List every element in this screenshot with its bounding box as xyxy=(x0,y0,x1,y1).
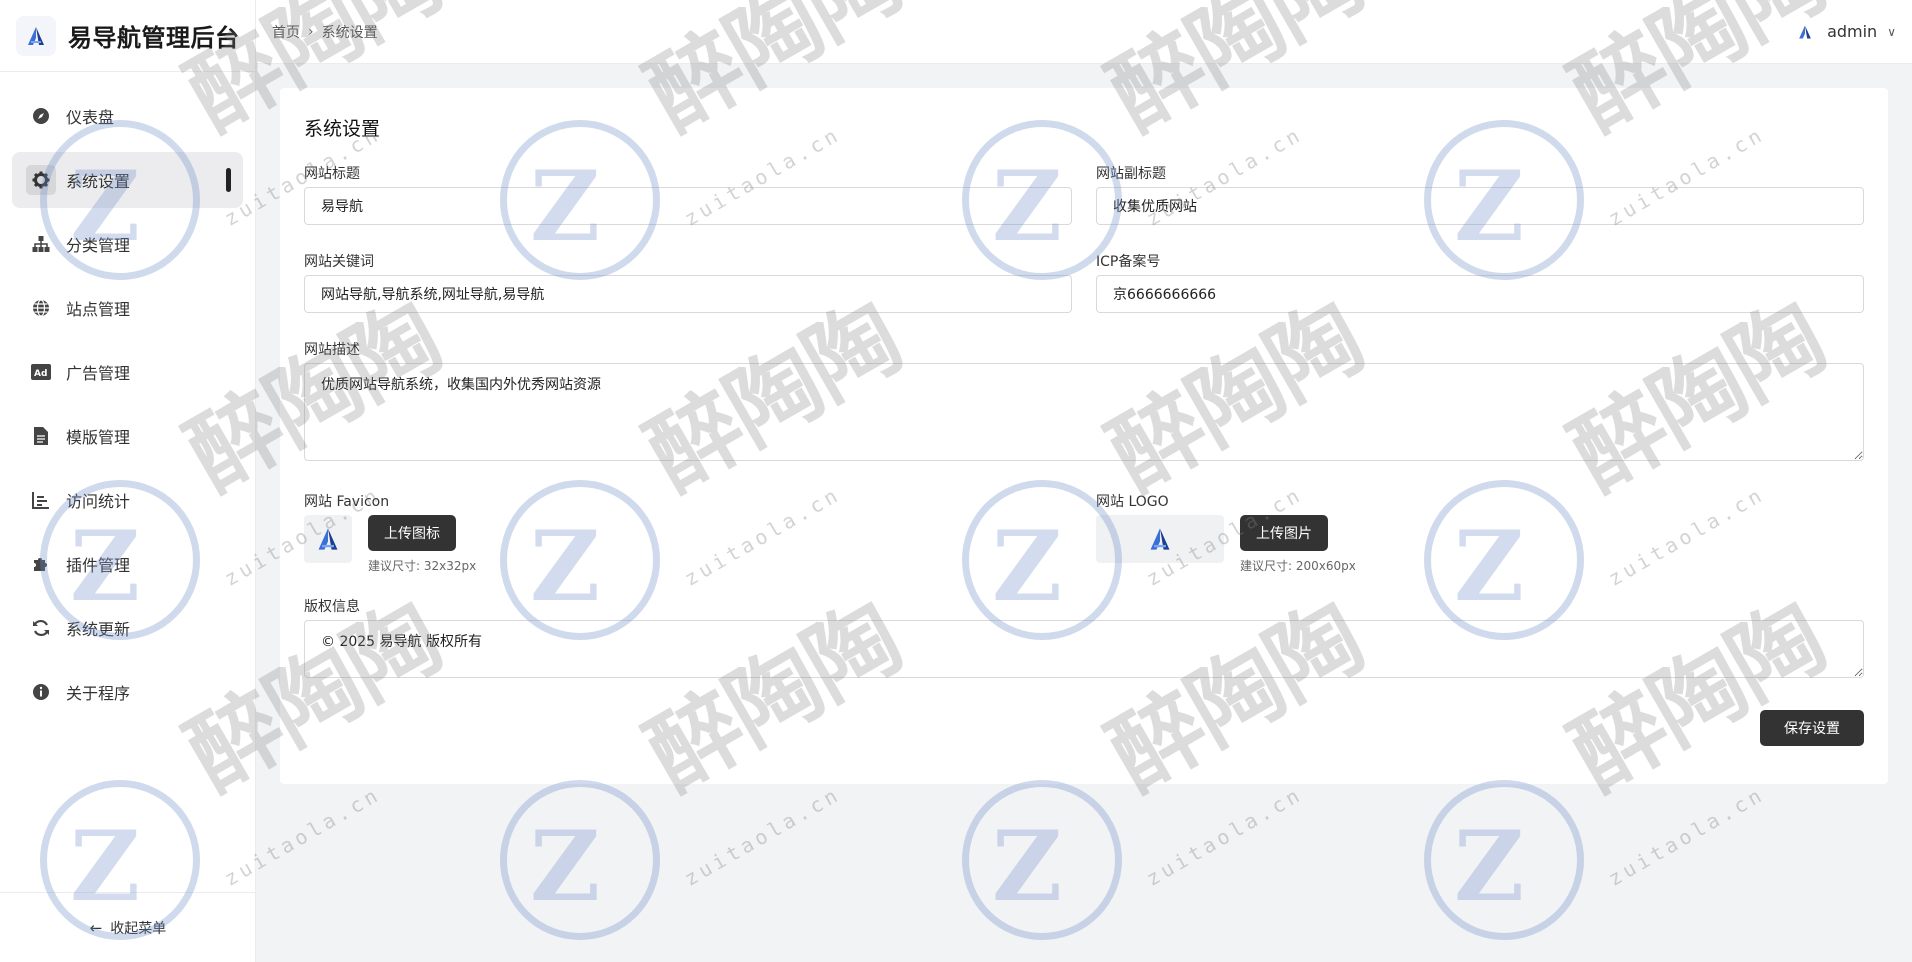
icp-input[interactable]: 京6666666666 xyxy=(1096,275,1864,313)
sidebar-item-label: 广告管理 xyxy=(66,364,131,383)
arrow-left-icon: ← xyxy=(89,918,103,937)
sidebar-item-ads[interactable]: Ad 广告管理 xyxy=(12,344,243,400)
logo-hint: 建议尺寸: 200x60px xyxy=(1240,559,1356,573)
sidebar-item-label: 关于程序 xyxy=(66,684,131,703)
site-title-input[interactable]: 易导航 xyxy=(304,187,1072,225)
sidebar-item-label: 访问统计 xyxy=(66,492,131,511)
gear-icon xyxy=(26,165,56,195)
active-indicator xyxy=(226,168,231,192)
sitemap-icon xyxy=(30,233,52,255)
upload-favicon-button[interactable]: 上传图标 xyxy=(368,515,456,551)
watermark-site: zuitaola.cn xyxy=(1604,781,1769,891)
sidebar-item-stats[interactable]: 访问统计 xyxy=(12,472,243,528)
breadcrumb: 首页 › 系统设置 xyxy=(272,22,378,42)
top-header: 首页 › 系统设置 admin ∨ xyxy=(256,0,1912,64)
user-menu[interactable]: admin ∨ xyxy=(1797,22,1896,41)
brand: 易导航管理后台 xyxy=(0,0,255,72)
sidebar-item-label: 模版管理 xyxy=(66,428,131,447)
page-title: 系统设置 xyxy=(304,118,381,140)
sidebar-item-update[interactable]: 系统更新 xyxy=(12,600,243,656)
chevron-down-icon: ∨ xyxy=(1887,24,1896,39)
settings-card: 系统设置 网站标题 易导航 网站副标题 收集优质网站 网站关键词 网站导航,导航… xyxy=(280,88,1888,784)
chevron-right-icon: › xyxy=(308,23,314,40)
logo-preview xyxy=(1096,515,1224,563)
icp-label: ICP备案号 xyxy=(1096,254,1161,270)
description-label: 网站描述 xyxy=(304,342,360,358)
sidebar: 易导航管理后台 仪表盘 系统设置 分类管理 站点管理 Ad 广告管理 模版管理 … xyxy=(0,0,256,962)
keywords-input[interactable]: 网站导航,导航系统,网址导航,易导航 xyxy=(304,275,1072,313)
ad-icon: Ad xyxy=(30,361,52,383)
sidebar-item-label: 系统设置 xyxy=(66,172,131,191)
chart-icon xyxy=(30,489,52,511)
site-subtitle-input[interactable]: 收集优质网站 xyxy=(1096,187,1864,225)
compass-icon xyxy=(30,105,52,127)
logo-upload: 上传图片 建议尺寸: 200x60px xyxy=(1096,515,1864,574)
favicon-label: 网站 Favicon xyxy=(304,494,390,510)
sidebar-item-categories[interactable]: 分类管理 xyxy=(12,216,243,272)
refresh-icon xyxy=(30,617,52,639)
favicon-preview xyxy=(304,515,352,563)
sidebar-item-templates[interactable]: 模版管理 xyxy=(12,408,243,464)
description-textarea[interactable]: 优质网站导航系统，收集国内外优秀网站资源 xyxy=(304,363,1864,461)
svg-text:Ad: Ad xyxy=(34,369,47,379)
sidebar-item-sites[interactable]: 站点管理 xyxy=(12,280,243,336)
globe-icon xyxy=(30,297,52,319)
upload-logo-button[interactable]: 上传图片 xyxy=(1240,515,1328,551)
app-title: 易导航管理后台 xyxy=(68,24,240,52)
sidebar-item-label: 分类管理 xyxy=(66,236,131,255)
copyright-label: 版权信息 xyxy=(304,599,360,615)
file-icon xyxy=(30,425,52,447)
site-subtitle-label: 网站副标题 xyxy=(1096,166,1166,182)
favicon-hint: 建议尺寸: 32x32px xyxy=(368,559,477,573)
info-icon xyxy=(30,681,52,703)
logo-label: 网站 LOGO xyxy=(1096,494,1169,510)
watermark-site: zuitaola.cn xyxy=(1142,781,1307,891)
sidebar-item-dashboard[interactable]: 仪表盘 xyxy=(12,88,243,144)
collapse-menu-label: 收起菜单 xyxy=(110,920,167,937)
sidebar-item-about[interactable]: 关于程序 xyxy=(12,664,243,720)
app-logo-icon xyxy=(16,15,56,56)
copyright-textarea[interactable]: © 2025 易导航 版权所有 xyxy=(304,620,1864,678)
sidebar-item-label: 仪表盘 xyxy=(66,108,115,127)
save-settings-button[interactable]: 保存设置 xyxy=(1760,710,1864,746)
sidebar-item-plugins[interactable]: 插件管理 xyxy=(12,536,243,592)
site-title-label: 网站标题 xyxy=(304,166,360,182)
breadcrumb-home[interactable]: 首页 xyxy=(272,22,300,42)
sidebar-item-label: 插件管理 xyxy=(66,556,131,575)
favicon-upload: 上传图标 建议尺寸: 32x32px xyxy=(304,515,1072,574)
sidebar-menu: 仪表盘 系统设置 分类管理 站点管理 Ad 广告管理 模版管理 访问统计 插件管… xyxy=(0,72,255,720)
watermark-site: zuitaola.cn xyxy=(680,781,845,891)
user-name: admin xyxy=(1827,22,1878,41)
collapse-menu-button[interactable]: ← 收起菜单 xyxy=(0,892,256,962)
puzzle-icon xyxy=(30,553,52,575)
sidebar-item-label: 站点管理 xyxy=(66,300,131,319)
sidebar-item-label: 系统更新 xyxy=(66,620,131,639)
keywords-label: 网站关键词 xyxy=(304,254,374,270)
breadcrumb-current: 系统设置 xyxy=(321,24,378,41)
sidebar-item-settings[interactable]: 系统设置 xyxy=(12,152,243,208)
user-avatar-icon xyxy=(1797,24,1813,40)
